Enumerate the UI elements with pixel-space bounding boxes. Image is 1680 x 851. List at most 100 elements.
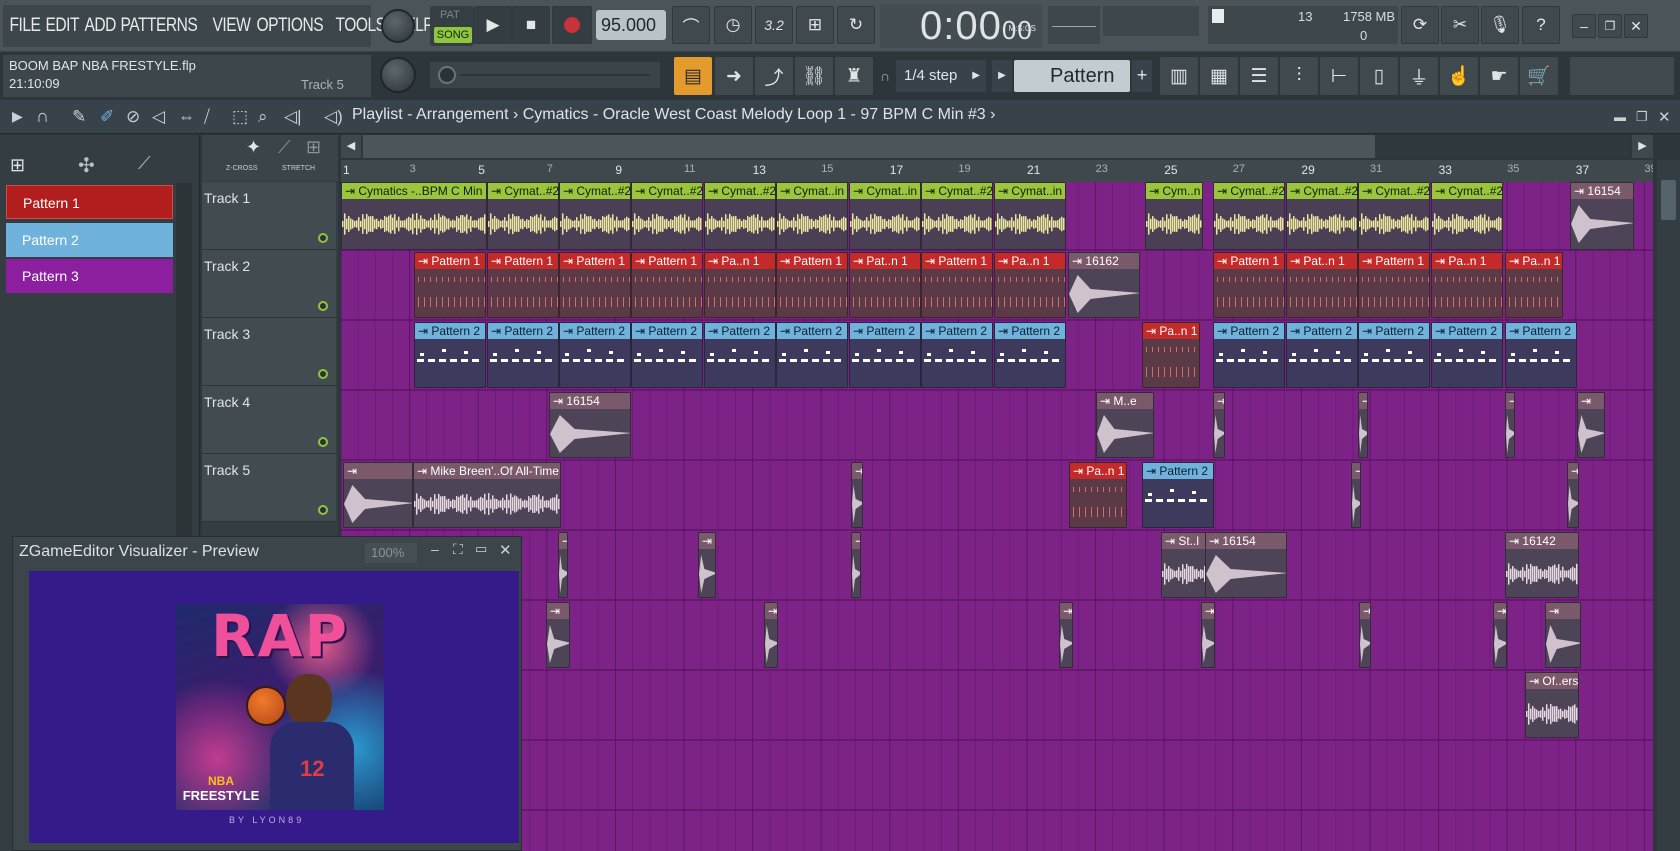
magnet-snap-icon[interactable]: ∩ [36, 106, 49, 127]
track4-clip[interactable]: ⇥ [1358, 392, 1368, 458]
track-header-2[interactable]: Track 2 [202, 250, 336, 318]
select-icon[interactable]: ⬚ [232, 107, 248, 127]
track2-clip[interactable]: ⇥ Pattern 1 [1213, 252, 1285, 318]
track1-clip[interactable]: ⇥ Cym..n [1145, 182, 1203, 250]
track2-clip[interactable]: ⇥ Pattern 1 [559, 252, 631, 318]
piano-roll-button[interactable]: ▦ [1200, 57, 1238, 95]
track-header-5[interactable]: Track 5 [202, 454, 336, 522]
track-header-3[interactable]: Track 3 [202, 318, 336, 386]
track2-clip[interactable]: ⇥ 16162 [1068, 252, 1140, 318]
playlist-grid[interactable]: ⇥ Cymatics -..BPM C Min ⇥ Cymat..#2 ⇥ Cyma… [341, 182, 1653, 851]
track5-clip[interactable]: ⇥ [343, 462, 413, 528]
master-pitch-slider[interactable] [430, 62, 660, 88]
track3-clip[interactable]: ⇥ Pattern 2 [1505, 322, 1577, 388]
minimize-icon[interactable]: – [431, 541, 439, 557]
countdown-button[interactable]: 3.2 [755, 6, 793, 44]
track4-clip[interactable]: ⇥ [1577, 392, 1605, 458]
track4-clip[interactable]: ⇥ [1505, 392, 1515, 458]
step-edit-button[interactable]: ⊞ [796, 6, 834, 44]
row7-clip[interactable]: ⇥ [546, 602, 570, 668]
touch-button[interactable]: ☝ [1440, 57, 1478, 95]
row7-clip[interactable]: ⇥ [1493, 602, 1507, 668]
scroll-right-icon[interactable]: ▶ [1632, 135, 1653, 158]
curve-tool-icon[interactable]: ⟋ [278, 137, 291, 158]
track2-clip[interactable]: ⇥ Pattern 1 [414, 252, 486, 318]
row6-clip[interactable]: ⇥ [698, 532, 716, 598]
menu-add[interactable]: ADD [82, 15, 118, 37]
track-header-1[interactable]: Track 1 [202, 182, 336, 250]
slide-tool-button[interactable]: ⤴ [755, 57, 793, 95]
track1-clip[interactable]: ⇥ Cymat..in [849, 182, 921, 250]
piano-icon[interactable]: ⊞ [10, 155, 25, 176]
menu-tools[interactable]: TOOLS [333, 15, 388, 37]
row6-clip[interactable]: ⇥ 16142 [1505, 532, 1579, 598]
mixer-button[interactable]: ▥ [1160, 57, 1198, 95]
track5-clip[interactable]: ⇥ [1351, 462, 1361, 528]
undo-history-button[interactable]: ⟳ [1401, 6, 1439, 44]
link-button[interactable]: ⛓ [795, 57, 833, 95]
track1-clip[interactable]: ⇥ Cymatics -..BPM C Min [341, 182, 487, 250]
menu-view[interactable]: VIEW [210, 15, 253, 37]
mute-icon[interactable]: ◁ [152, 107, 165, 127]
playlist-overview[interactable]: ◀ [341, 135, 1629, 158]
track3-clip[interactable]: ⇥ Pattern 2 [849, 322, 921, 388]
track1-clip[interactable]: ⇥ Cymat..#2 [704, 182, 776, 250]
pattern-item-3[interactable]: Pattern 3 [6, 259, 173, 293]
track2-clip[interactable]: ⇥ Pa..n 1 [994, 252, 1066, 318]
track5-clip[interactable]: ⇥ [1567, 462, 1579, 528]
row6-clip[interactable]: ⇥ [558, 532, 568, 598]
track-enable-led[interactable] [318, 437, 328, 447]
automation-icon[interactable]: ⟋ [138, 153, 151, 174]
track2-clip[interactable]: ⇥ Pa..n 1 [704, 252, 776, 318]
waveform-icon[interactable]: ✦ [246, 137, 261, 158]
next-button[interactable]: ➜ [715, 57, 753, 95]
track-enable-led[interactable] [318, 301, 328, 311]
row7-clip[interactable]: ⇥ [764, 602, 778, 668]
slice-icon[interactable]: ⧸ [204, 107, 210, 127]
loop-record-button[interactable]: ↻ [837, 6, 875, 44]
track3-clip[interactable]: ⇥ Pattern 2 [994, 322, 1066, 388]
record-button[interactable] [552, 6, 592, 44]
track1-clip[interactable]: ⇥ Cymat..#2 [487, 182, 559, 250]
stamp-button[interactable]: ♜ [835, 57, 873, 95]
track1-clip[interactable]: ⇥ Cymat..#2 [1286, 182, 1358, 250]
visualizer-window[interactable]: ZGameEditor Visualizer - Preview 100% – … [12, 536, 522, 851]
track3-clip[interactable]: ⇥ Pattern 2 [1358, 322, 1430, 388]
main-pitch-knob[interactable] [380, 57, 416, 93]
track1-clip[interactable]: ⇥ Cymat..#2 [559, 182, 631, 250]
browser-button[interactable]: ⊢ [1320, 57, 1358, 95]
track2-clip[interactable]: ⇥ Pa..n 1 [1431, 252, 1503, 318]
track1-clip[interactable]: ⇥ Cymat..#2 [921, 182, 993, 250]
shop-button[interactable]: 🛒 [1520, 57, 1558, 95]
track1-clip[interactable]: ⇥ Cymat..#2 [1431, 182, 1503, 250]
track4-clip[interactable]: ⇥ M..e [1096, 392, 1154, 458]
pattern-item-1[interactable]: Pattern 1 [6, 185, 173, 219]
track5-clip[interactable]: ⇥ [851, 462, 863, 528]
help-button[interactable]: ? [1522, 6, 1560, 44]
wait-input-button[interactable]: ◷ [714, 6, 752, 44]
delete-icon[interactable]: ⊘ [126, 107, 140, 127]
song-label[interactable]: SONG [434, 27, 472, 43]
grid-icon[interactable]: ⊞ [306, 137, 321, 158]
slip-icon[interactable]: ⇔ [178, 107, 195, 127]
track2-clip[interactable]: ⇥ Pattern 1 [921, 252, 993, 318]
track-enable-led[interactable] [318, 233, 328, 243]
time-display[interactable]: 0:0000 M:S:CS [880, 4, 1042, 48]
tempo-display[interactable]: 95.000 [596, 10, 666, 40]
audio-record-button[interactable]: 🎙 [1481, 6, 1519, 44]
row7-clip[interactable]: ⇥ [1059, 602, 1073, 668]
track2-clip[interactable]: ⇥ Pattern 1 [487, 252, 559, 318]
metronome-button[interactable]: ⌒ [672, 6, 710, 44]
close-playlist-icon[interactable]: ✕ [1658, 108, 1671, 126]
fullscreen-icon[interactable]: ⛶ [453, 541, 463, 558]
paint-icon[interactable]: ✐ [100, 107, 114, 127]
track3-clip[interactable]: ⇥ Pa..n 1 [1142, 322, 1200, 388]
track1-clip[interactable]: ⇥ Cymat..#2 [1213, 182, 1285, 250]
pattern-item-2[interactable]: Pattern 2 [6, 223, 173, 257]
menu-edit[interactable]: EDIT [43, 15, 81, 37]
track1-clip[interactable]: ⇥ 16154 [1570, 182, 1634, 250]
row7-clip[interactable]: ⇥ [1359, 602, 1371, 668]
maximize-playlist-icon[interactable]: ❐ [1636, 109, 1648, 125]
restore-window-button[interactable]: ❐ [1598, 14, 1622, 38]
playback-icon[interactable]: ◁| [284, 107, 302, 127]
